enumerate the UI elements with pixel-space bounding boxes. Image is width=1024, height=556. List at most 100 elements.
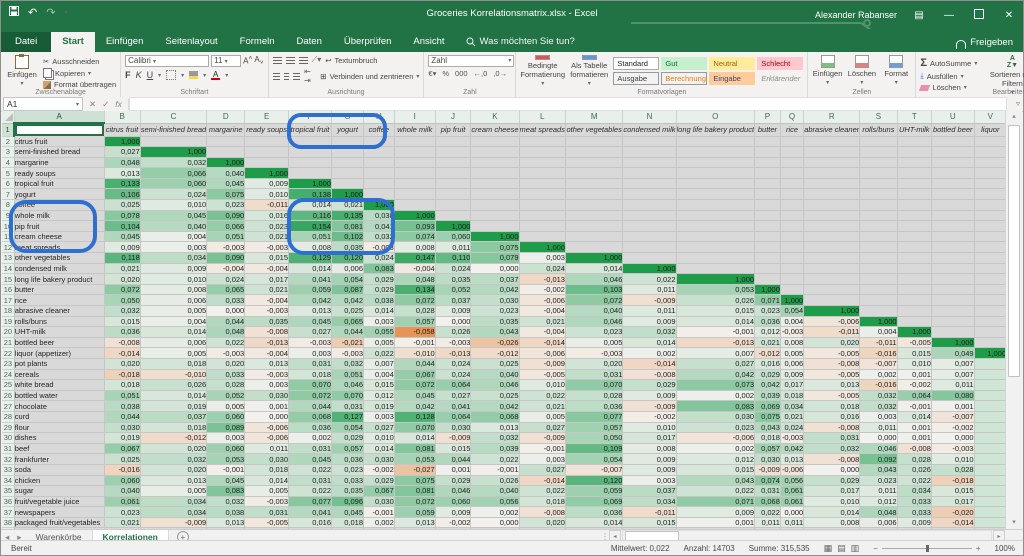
matrix-cell[interactable]: 0,016	[288, 517, 333, 529]
zoom-slider[interactable]: − +	[873, 544, 980, 553]
matrix-cell[interactable]: -0,018	[931, 475, 975, 487]
matrix-cell[interactable]: 0,030	[104, 422, 141, 434]
matrix-cell[interactable]	[859, 210, 898, 222]
tab-einfuegen[interactable]: Einfügen	[95, 32, 155, 52]
matrix-cell[interactable]: -0,011	[244, 199, 290, 211]
matrix-cell[interactable]	[519, 146, 566, 158]
matrix-cell[interactable]: 0,072	[104, 284, 141, 296]
matrix-cell[interactable]: 0,026	[140, 379, 208, 391]
matrix-cell[interactable]	[897, 273, 932, 285]
col-letter-D[interactable]: D	[206, 111, 246, 124]
page-break-view-icon[interactable]: ▥	[851, 543, 860, 554]
matrix-cell[interactable]: 0,005	[140, 485, 208, 497]
matrix-cell[interactable]: 0,000	[780, 506, 805, 518]
row-label[interactable]: rolls/buns	[14, 316, 105, 328]
matrix-cell[interactable]	[363, 167, 395, 179]
matrix-cell[interactable]: 0,020	[519, 517, 566, 529]
matrix-cell[interactable]: 0,044	[331, 326, 364, 338]
matrix-cell[interactable]	[897, 305, 932, 317]
row-label[interactable]: cereals	[14, 369, 105, 381]
matrix-cell[interactable]: 0,057	[565, 422, 624, 434]
matrix-cell[interactable]	[974, 432, 1007, 444]
matrix-cell[interactable]	[931, 241, 975, 254]
matrix-cell[interactable]: -0,011	[859, 337, 898, 349]
matrix-cell[interactable]: 0,092	[859, 453, 898, 465]
matrix-cell[interactable]: -0,010	[394, 347, 436, 359]
tell-me-search[interactable]: Was möchten Sie tun?	[466, 36, 575, 52]
row-number-25[interactable]: 25	[2, 379, 15, 391]
matrix-cell[interactable]	[780, 220, 805, 232]
matrix-cell[interactable]	[565, 220, 624, 232]
matrix-cell[interactable]: -0,009	[519, 358, 566, 370]
matrix-cell[interactable]	[780, 167, 805, 179]
matrix-cell[interactable]: 0,102	[331, 231, 364, 243]
increase-decimal-icon[interactable]: ←,0	[474, 69, 488, 78]
matrix-cell[interactable]: 0,043	[859, 464, 898, 476]
column-header-cell[interactable]: rolls/buns	[859, 123, 898, 137]
matrix-cell[interactable]: 0,025	[104, 199, 141, 211]
matrix-cell[interactable]: 0,021	[519, 400, 566, 412]
row-label[interactable]: pot plants	[14, 358, 105, 370]
row-number-20[interactable]: 20	[2, 326, 15, 338]
matrix-cell[interactable]: -0,004	[244, 347, 290, 359]
col-letter-V[interactable]: V	[974, 111, 1007, 124]
matrix-cell[interactable]: 0,033	[206, 369, 246, 381]
matrix-cell[interactable]	[859, 136, 898, 148]
matrix-cell[interactable]: 0,044	[394, 358, 436, 370]
matrix-cell[interactable]: 0,014	[288, 263, 333, 275]
matrix-cell[interactable]: 0,021	[331, 199, 364, 211]
matrix-cell[interactable]: 0,023	[244, 220, 290, 232]
matrix-cell[interactable]: 0,021	[244, 231, 290, 243]
matrix-cell[interactable]: -0,006	[803, 316, 861, 328]
matrix-cell[interactable]: 0,059	[288, 284, 333, 296]
matrix-cell[interactable]: 1,000	[803, 305, 861, 317]
matrix-cell[interactable]: 0,010	[140, 273, 208, 285]
matrix-cell[interactable]	[859, 167, 898, 179]
matrix-cell[interactable]: 0,041	[435, 400, 472, 412]
matrix-cell[interactable]: -0,009	[622, 400, 677, 412]
matrix-cell[interactable]	[754, 252, 781, 264]
matrix-cell[interactable]: 0,038	[206, 506, 246, 518]
matrix-cell[interactable]: 1,000	[288, 178, 333, 190]
matrix-cell[interactable]: 0,024	[363, 252, 395, 264]
matrix-cell[interactable]: 0,020	[206, 358, 246, 370]
matrix-cell[interactable]: 0,051	[331, 369, 364, 381]
matrix-cell[interactable]	[565, 241, 624, 254]
matrix-cell[interactable]: 0,014	[363, 443, 395, 455]
matrix-cell[interactable]: 0,011	[435, 241, 472, 254]
matrix-cell[interactable]: -0,002	[519, 284, 566, 296]
matrix-cell[interactable]: 0,017	[931, 496, 975, 508]
matrix-cell[interactable]: 0,024	[435, 263, 472, 275]
matrix-cell[interactable]: -0,008	[244, 326, 290, 338]
matrix-cell[interactable]: 0,026	[897, 464, 932, 476]
matrix-cell[interactable]	[974, 400, 1007, 412]
col-letter-E[interactable]: E	[244, 111, 290, 124]
matrix-cell[interactable]: 0,009	[104, 241, 141, 254]
matrix-cell[interactable]: 0,000	[803, 464, 861, 476]
matrix-cell[interactable]	[803, 136, 861, 148]
matrix-cell[interactable]: 0,009	[622, 390, 677, 402]
matrix-cell[interactable]: 0,051	[288, 231, 333, 243]
matrix-cell[interactable]	[803, 146, 861, 158]
matrix-cell[interactable]: -0,007	[565, 464, 624, 476]
col-letter-O[interactable]: O	[676, 111, 756, 124]
matrix-cell[interactable]: -0,002	[435, 517, 472, 529]
matrix-cell[interactable]: 0,032	[859, 390, 898, 402]
matrix-cell[interactable]: 0,016	[244, 210, 290, 222]
matrix-cell[interactable]: -0,014	[104, 347, 141, 359]
row-label[interactable]: bottled water	[14, 390, 105, 402]
matrix-cell[interactable]: 0,041	[288, 273, 333, 285]
row-label[interactable]: coffee	[14, 199, 105, 211]
matrix-cell[interactable]: 1,000	[470, 231, 520, 243]
matrix-cell[interactable]: 0,061	[104, 496, 141, 508]
matrix-cell[interactable]: 1,000	[206, 157, 246, 169]
matrix-cell[interactable]: -0,011	[622, 506, 677, 518]
matrix-cell[interactable]	[897, 220, 932, 232]
matrix-cell[interactable]: 0,031	[244, 506, 290, 518]
matrix-cell[interactable]	[897, 316, 932, 328]
matrix-cell[interactable]: 0,034	[140, 506, 208, 518]
underline-button[interactable]: U	[147, 70, 154, 80]
col-letter-M[interactable]: M	[565, 111, 624, 124]
matrix-cell[interactable]: 0,003	[363, 411, 395, 423]
row-label[interactable]: other vegetables	[14, 252, 105, 264]
